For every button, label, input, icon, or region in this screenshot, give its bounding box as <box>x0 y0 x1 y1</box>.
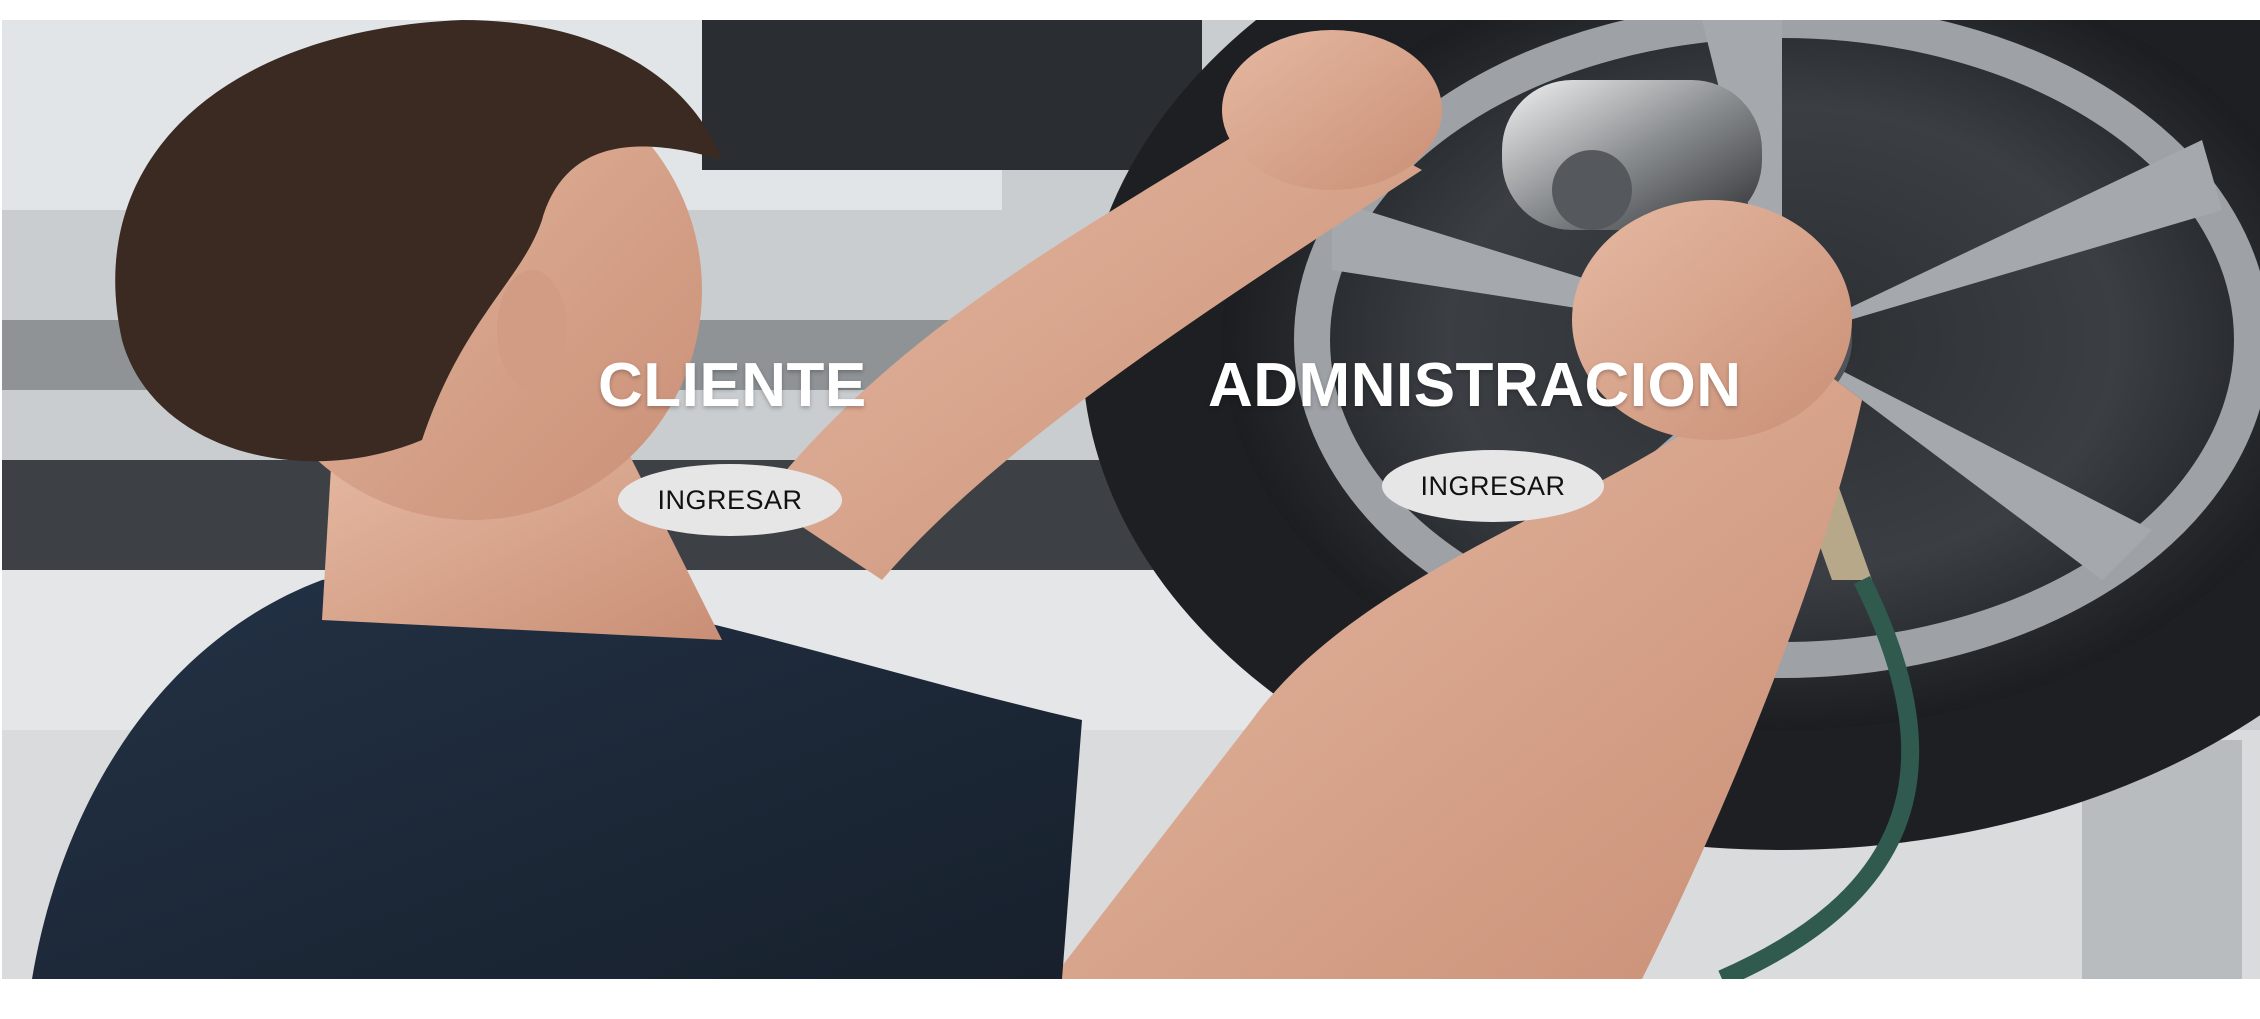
administracion-heading: ADMNISTRACION <box>1208 351 1742 420</box>
hero-background-photo <box>2 20 2260 979</box>
cliente-ingresar-button[interactable]: INGRESAR <box>618 464 842 536</box>
administracion-ingresar-button[interactable]: INGRESAR <box>1382 450 1604 522</box>
hero-banner: CLIENTE INGRESAR ADMNISTRACION INGRESAR <box>2 20 2260 979</box>
cliente-heading: CLIENTE <box>598 351 867 420</box>
